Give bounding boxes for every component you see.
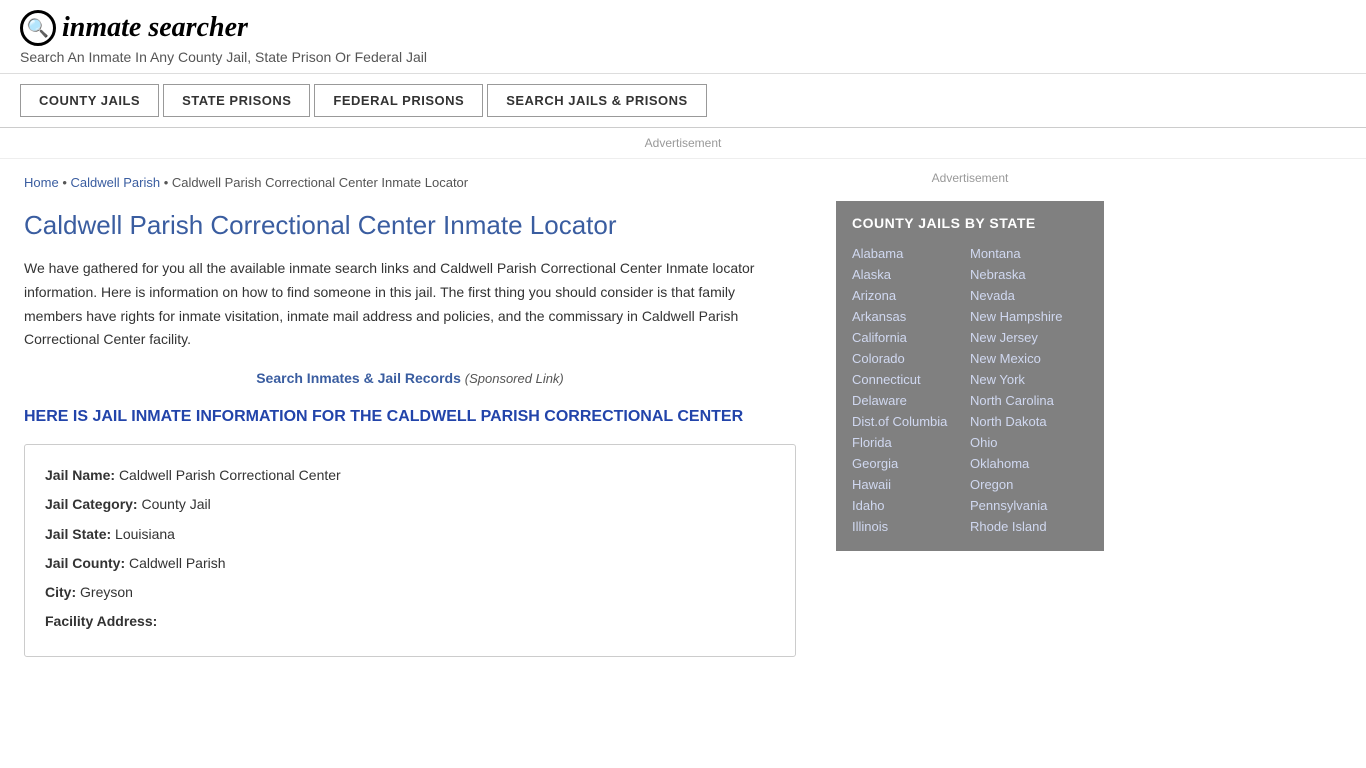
- page-title: Caldwell Parish Correctional Center Inma…: [24, 210, 796, 241]
- breadcrumb-parish[interactable]: Caldwell Parish: [70, 175, 160, 190]
- breadcrumb: Home • Caldwell Parish • Caldwell Parish…: [24, 175, 796, 190]
- breadcrumb-current: Caldwell Parish Correctional Center Inma…: [172, 175, 468, 190]
- main-content: Home • Caldwell Parish • Caldwell Parish…: [0, 159, 820, 673]
- description: We have gathered for you all the availab…: [24, 257, 796, 352]
- jail-state-label: Jail State:: [45, 526, 111, 542]
- logo-inmate: inmate: [62, 12, 141, 43]
- jail-name-row: Jail Name: Caldwell Parish Correctional …: [45, 463, 775, 488]
- sidebar: Advertisement COUNTY JAILS BY STATE Alab…: [820, 159, 1120, 673]
- jail-address-label: Facility Address:: [45, 613, 157, 629]
- jail-state-value-text: Louisiana: [115, 526, 175, 542]
- state-box: COUNTY JAILS BY STATE AlabamaAlaskaArizo…: [836, 201, 1104, 551]
- state-link[interactable]: Connecticut: [852, 369, 970, 390]
- state-link[interactable]: Hawaii: [852, 474, 970, 495]
- jail-city-label: City:: [45, 584, 76, 600]
- nav-county-jails[interactable]: COUNTY JAILS: [20, 84, 159, 117]
- state-link[interactable]: New Hampshire: [970, 306, 1088, 327]
- jail-county-label: Jail County:: [45, 555, 125, 571]
- jail-city-value-text: Greyson: [80, 584, 133, 600]
- info-box: Jail Name: Caldwell Parish Correctional …: [24, 444, 796, 657]
- jail-county-value-text: Caldwell Parish: [129, 555, 225, 571]
- logo-area: 🔍 inmate searcher: [20, 10, 1346, 46]
- header: 🔍 inmate searcher Search An Inmate In An…: [0, 0, 1366, 74]
- logo-searcher: searcher: [141, 12, 248, 43]
- sidebar-ad: Advertisement: [836, 171, 1104, 185]
- state-link[interactable]: Arkansas: [852, 306, 970, 327]
- breadcrumb-home[interactable]: Home: [24, 175, 59, 190]
- state-link[interactable]: Colorado: [852, 348, 970, 369]
- state-link[interactable]: Florida: [852, 432, 970, 453]
- state-link[interactable]: North Dakota: [970, 411, 1088, 432]
- state-box-title: COUNTY JAILS BY STATE: [852, 215, 1088, 231]
- state-link[interactable]: Illinois: [852, 516, 970, 537]
- state-link[interactable]: Montana: [970, 243, 1088, 264]
- jail-category-value-text: County Jail: [141, 496, 210, 512]
- state-col-left: AlabamaAlaskaArizonaArkansasCaliforniaCo…: [852, 243, 970, 537]
- state-link[interactable]: Idaho: [852, 495, 970, 516]
- sponsored-label: (Sponsored Link): [465, 371, 564, 386]
- state-columns: AlabamaAlaskaArizonaArkansasCaliforniaCo…: [852, 243, 1088, 537]
- section-heading: HERE IS JAIL INMATE INFORMATION FOR THE …: [24, 408, 796, 426]
- state-link[interactable]: New Mexico: [970, 348, 1088, 369]
- jail-address-row: Facility Address:: [45, 609, 775, 634]
- ad-bar: Advertisement: [0, 128, 1366, 159]
- nav-search-jails[interactable]: SEARCH JAILS & PRISONS: [487, 84, 706, 117]
- state-link[interactable]: Dist.of Columbia: [852, 411, 970, 432]
- jail-city-row: City: Greyson: [45, 580, 775, 605]
- nav-federal-prisons[interactable]: FEDERAL PRISONS: [314, 84, 483, 117]
- jail-state-row: Jail State: Louisiana: [45, 522, 775, 547]
- nav-bar: COUNTY JAILS STATE PRISONS FEDERAL PRISO…: [0, 74, 1366, 128]
- state-link[interactable]: Oklahoma: [970, 453, 1088, 474]
- jail-name-value-text: Caldwell Parish Correctional Center: [119, 467, 341, 483]
- state-col-right: MontanaNebraskaNevadaNew HampshireNew Je…: [970, 243, 1088, 537]
- logo-icon: 🔍: [20, 10, 56, 46]
- state-link[interactable]: Nebraska: [970, 264, 1088, 285]
- state-link[interactable]: Rhode Island: [970, 516, 1088, 537]
- search-inmates-link[interactable]: Search Inmates & Jail Records: [256, 370, 461, 386]
- state-link[interactable]: Delaware: [852, 390, 970, 411]
- state-link[interactable]: North Carolina: [970, 390, 1088, 411]
- state-link[interactable]: Arizona: [852, 285, 970, 306]
- breadcrumb-sep2: •: [164, 175, 172, 190]
- state-link[interactable]: Georgia: [852, 453, 970, 474]
- tagline: Search An Inmate In Any County Jail, Sta…: [20, 49, 1346, 65]
- state-link[interactable]: New Jersey: [970, 327, 1088, 348]
- jail-category-row: Jail Category: County Jail: [45, 492, 775, 517]
- state-link[interactable]: Pennsylvania: [970, 495, 1088, 516]
- jail-name-label: Jail Name:: [45, 467, 115, 483]
- state-link[interactable]: New York: [970, 369, 1088, 390]
- jail-county-row: Jail County: Caldwell Parish: [45, 551, 775, 576]
- state-link[interactable]: Alaska: [852, 264, 970, 285]
- state-link[interactable]: Nevada: [970, 285, 1088, 306]
- logo-text: inmate searcher: [62, 12, 248, 44]
- nav-state-prisons[interactable]: STATE PRISONS: [163, 84, 310, 117]
- search-link-area: Search Inmates & Jail Records (Sponsored…: [24, 370, 796, 386]
- content-wrapper: Home • Caldwell Parish • Caldwell Parish…: [0, 159, 1366, 673]
- state-link[interactable]: Alabama: [852, 243, 970, 264]
- state-link[interactable]: California: [852, 327, 970, 348]
- state-link[interactable]: Ohio: [970, 432, 1088, 453]
- jail-category-label: Jail Category:: [45, 496, 138, 512]
- state-link[interactable]: Oregon: [970, 474, 1088, 495]
